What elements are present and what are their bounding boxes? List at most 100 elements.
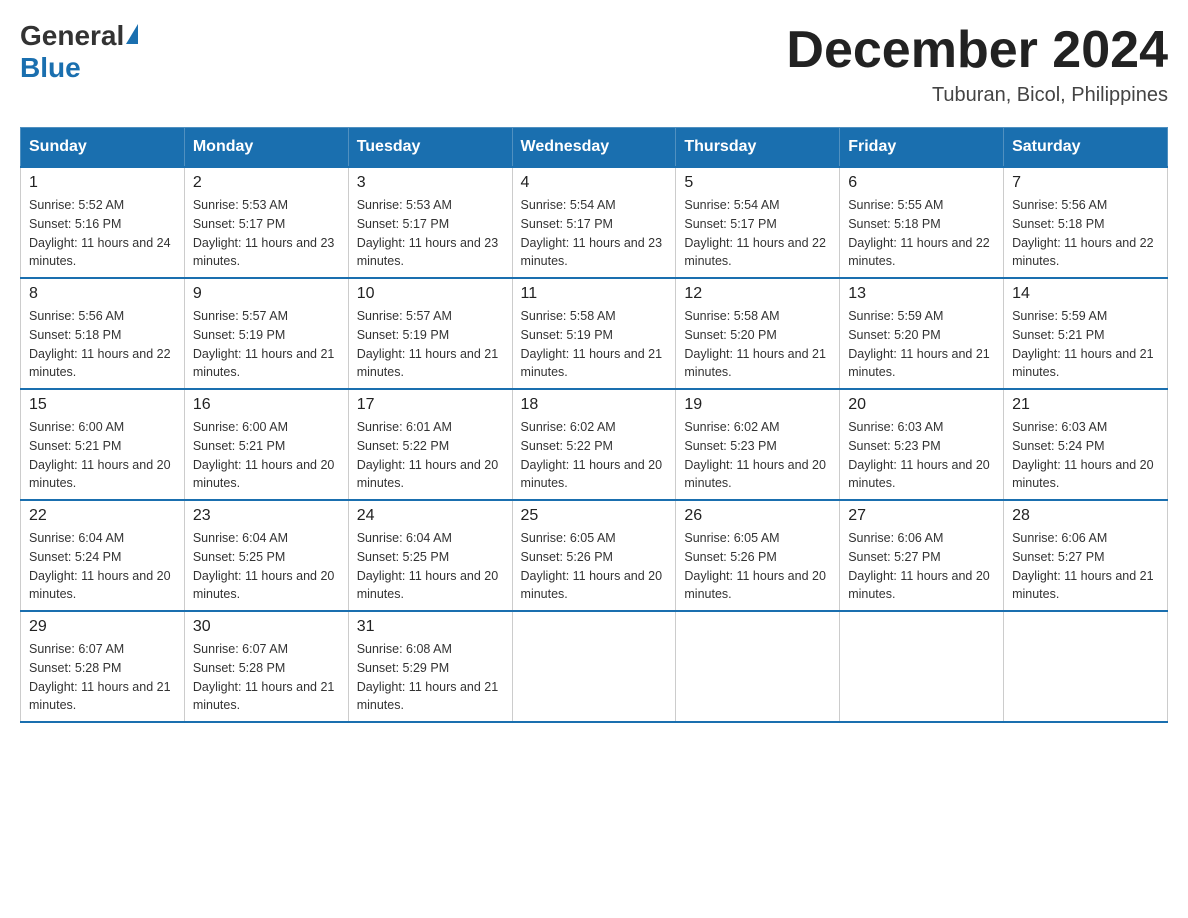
calendar-day-14: 14 Sunrise: 5:59 AM Sunset: 5:21 PM Dayl… (1004, 278, 1168, 389)
day-number: 4 (521, 174, 668, 192)
calendar-week-5: 29 Sunrise: 6:07 AM Sunset: 5:28 PM Dayl… (21, 611, 1168, 722)
calendar-day-5: 5 Sunrise: 5:54 AM Sunset: 5:17 PM Dayli… (676, 167, 840, 278)
day-number: 3 (357, 174, 504, 192)
title-section: December 2024 Tuburan, Bicol, Philippine… (786, 20, 1168, 107)
calendar-day-3: 3 Sunrise: 5:53 AM Sunset: 5:17 PM Dayli… (348, 167, 512, 278)
day-info: Sunrise: 6:05 AM Sunset: 5:26 PM Dayligh… (684, 529, 831, 604)
calendar-day-27: 27 Sunrise: 6:06 AM Sunset: 5:27 PM Dayl… (840, 500, 1004, 611)
day-number: 23 (193, 507, 340, 525)
day-info: Sunrise: 6:08 AM Sunset: 5:29 PM Dayligh… (357, 640, 504, 715)
calendar-day-22: 22 Sunrise: 6:04 AM Sunset: 5:24 PM Dayl… (21, 500, 185, 611)
day-info: Sunrise: 5:54 AM Sunset: 5:17 PM Dayligh… (521, 196, 668, 271)
day-number: 18 (521, 396, 668, 414)
calendar-header-row: SundayMondayTuesdayWednesdayThursdayFrid… (21, 128, 1168, 168)
day-info: Sunrise: 5:56 AM Sunset: 5:18 PM Dayligh… (29, 307, 176, 382)
calendar-day-10: 10 Sunrise: 5:57 AM Sunset: 5:19 PM Dayl… (348, 278, 512, 389)
calendar-day-23: 23 Sunrise: 6:04 AM Sunset: 5:25 PM Dayl… (184, 500, 348, 611)
day-header-wednesday: Wednesday (512, 128, 676, 168)
calendar-week-1: 1 Sunrise: 5:52 AM Sunset: 5:16 PM Dayli… (21, 167, 1168, 278)
day-info: Sunrise: 5:56 AM Sunset: 5:18 PM Dayligh… (1012, 196, 1159, 271)
day-number: 6 (848, 174, 995, 192)
calendar-day-30: 30 Sunrise: 6:07 AM Sunset: 5:28 PM Dayl… (184, 611, 348, 722)
day-number: 15 (29, 396, 176, 414)
day-info: Sunrise: 5:55 AM Sunset: 5:18 PM Dayligh… (848, 196, 995, 271)
day-header-sunday: Sunday (21, 128, 185, 168)
empty-cell (512, 611, 676, 722)
day-number: 12 (684, 285, 831, 303)
calendar-day-20: 20 Sunrise: 6:03 AM Sunset: 5:23 PM Dayl… (840, 389, 1004, 500)
day-info: Sunrise: 5:58 AM Sunset: 5:20 PM Dayligh… (684, 307, 831, 382)
logo-triangle-icon (126, 24, 138, 44)
calendar-day-9: 9 Sunrise: 5:57 AM Sunset: 5:19 PM Dayli… (184, 278, 348, 389)
page-header: General Blue December 2024 Tuburan, Bico… (20, 20, 1168, 107)
calendar-day-26: 26 Sunrise: 6:05 AM Sunset: 5:26 PM Dayl… (676, 500, 840, 611)
calendar-day-15: 15 Sunrise: 6:00 AM Sunset: 5:21 PM Dayl… (21, 389, 185, 500)
day-info: Sunrise: 6:00 AM Sunset: 5:21 PM Dayligh… (29, 418, 176, 493)
day-number: 17 (357, 396, 504, 414)
day-number: 26 (684, 507, 831, 525)
calendar-day-8: 8 Sunrise: 5:56 AM Sunset: 5:18 PM Dayli… (21, 278, 185, 389)
day-info: Sunrise: 5:53 AM Sunset: 5:17 PM Dayligh… (357, 196, 504, 271)
empty-cell (840, 611, 1004, 722)
calendar-day-19: 19 Sunrise: 6:02 AM Sunset: 5:23 PM Dayl… (676, 389, 840, 500)
calendar-table: SundayMondayTuesdayWednesdayThursdayFrid… (20, 127, 1168, 723)
day-info: Sunrise: 6:04 AM Sunset: 5:25 PM Dayligh… (193, 529, 340, 604)
calendar-week-4: 22 Sunrise: 6:04 AM Sunset: 5:24 PM Dayl… (21, 500, 1168, 611)
day-info: Sunrise: 6:04 AM Sunset: 5:25 PM Dayligh… (357, 529, 504, 604)
day-header-monday: Monday (184, 128, 348, 168)
calendar-week-2: 8 Sunrise: 5:56 AM Sunset: 5:18 PM Dayli… (21, 278, 1168, 389)
day-number: 7 (1012, 174, 1159, 192)
day-info: Sunrise: 6:07 AM Sunset: 5:28 PM Dayligh… (193, 640, 340, 715)
day-number: 16 (193, 396, 340, 414)
day-number: 9 (193, 285, 340, 303)
logo-general-text: General (20, 20, 124, 52)
logo: General Blue (20, 20, 138, 84)
day-info: Sunrise: 5:57 AM Sunset: 5:19 PM Dayligh… (357, 307, 504, 382)
day-info: Sunrise: 5:57 AM Sunset: 5:19 PM Dayligh… (193, 307, 340, 382)
day-number: 24 (357, 507, 504, 525)
calendar-day-31: 31 Sunrise: 6:08 AM Sunset: 5:29 PM Dayl… (348, 611, 512, 722)
day-header-thursday: Thursday (676, 128, 840, 168)
calendar-day-13: 13 Sunrise: 5:59 AM Sunset: 5:20 PM Dayl… (840, 278, 1004, 389)
day-number: 1 (29, 174, 176, 192)
day-header-tuesday: Tuesday (348, 128, 512, 168)
day-info: Sunrise: 6:04 AM Sunset: 5:24 PM Dayligh… (29, 529, 176, 604)
calendar-day-29: 29 Sunrise: 6:07 AM Sunset: 5:28 PM Dayl… (21, 611, 185, 722)
calendar-week-3: 15 Sunrise: 6:00 AM Sunset: 5:21 PM Dayl… (21, 389, 1168, 500)
day-number: 25 (521, 507, 668, 525)
day-number: 31 (357, 618, 504, 636)
day-number: 20 (848, 396, 995, 414)
day-number: 21 (1012, 396, 1159, 414)
day-info: Sunrise: 6:06 AM Sunset: 5:27 PM Dayligh… (848, 529, 995, 604)
day-info: Sunrise: 5:59 AM Sunset: 5:21 PM Dayligh… (1012, 307, 1159, 382)
day-number: 27 (848, 507, 995, 525)
day-number: 5 (684, 174, 831, 192)
month-title: December 2024 (786, 20, 1168, 80)
location-text: Tuburan, Bicol, Philippines (786, 84, 1168, 107)
day-info: Sunrise: 6:07 AM Sunset: 5:28 PM Dayligh… (29, 640, 176, 715)
calendar-day-18: 18 Sunrise: 6:02 AM Sunset: 5:22 PM Dayl… (512, 389, 676, 500)
day-info: Sunrise: 6:03 AM Sunset: 5:23 PM Dayligh… (848, 418, 995, 493)
calendar-day-1: 1 Sunrise: 5:52 AM Sunset: 5:16 PM Dayli… (21, 167, 185, 278)
day-info: Sunrise: 5:52 AM Sunset: 5:16 PM Dayligh… (29, 196, 176, 271)
day-info: Sunrise: 6:03 AM Sunset: 5:24 PM Dayligh… (1012, 418, 1159, 493)
calendar-day-17: 17 Sunrise: 6:01 AM Sunset: 5:22 PM Dayl… (348, 389, 512, 500)
calendar-day-28: 28 Sunrise: 6:06 AM Sunset: 5:27 PM Dayl… (1004, 500, 1168, 611)
day-number: 11 (521, 285, 668, 303)
day-number: 13 (848, 285, 995, 303)
day-number: 22 (29, 507, 176, 525)
calendar-day-6: 6 Sunrise: 5:55 AM Sunset: 5:18 PM Dayli… (840, 167, 1004, 278)
day-info: Sunrise: 5:59 AM Sunset: 5:20 PM Dayligh… (848, 307, 995, 382)
empty-cell (1004, 611, 1168, 722)
calendar-day-4: 4 Sunrise: 5:54 AM Sunset: 5:17 PM Dayli… (512, 167, 676, 278)
day-number: 2 (193, 174, 340, 192)
day-info: Sunrise: 6:01 AM Sunset: 5:22 PM Dayligh… (357, 418, 504, 493)
day-header-friday: Friday (840, 128, 1004, 168)
day-number: 28 (1012, 507, 1159, 525)
day-info: Sunrise: 6:05 AM Sunset: 5:26 PM Dayligh… (521, 529, 668, 604)
day-info: Sunrise: 5:53 AM Sunset: 5:17 PM Dayligh… (193, 196, 340, 271)
day-info: Sunrise: 6:00 AM Sunset: 5:21 PM Dayligh… (193, 418, 340, 493)
calendar-day-21: 21 Sunrise: 6:03 AM Sunset: 5:24 PM Dayl… (1004, 389, 1168, 500)
calendar-day-2: 2 Sunrise: 5:53 AM Sunset: 5:17 PM Dayli… (184, 167, 348, 278)
day-info: Sunrise: 5:58 AM Sunset: 5:19 PM Dayligh… (521, 307, 668, 382)
